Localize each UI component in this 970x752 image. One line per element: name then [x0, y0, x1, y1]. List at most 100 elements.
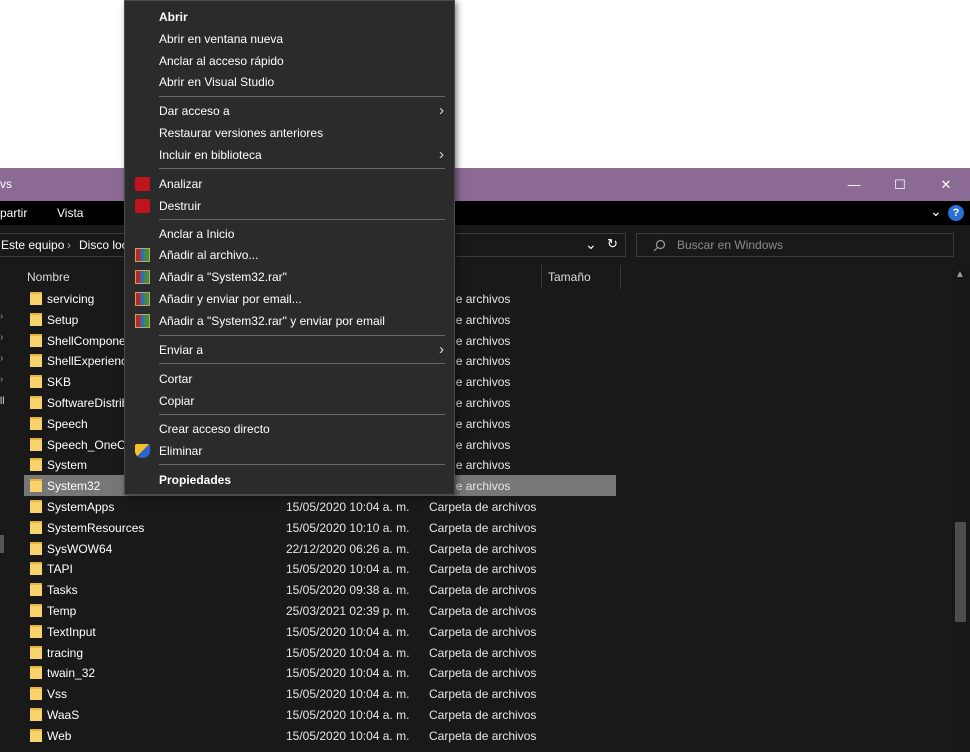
row-name: servicing — [47, 292, 95, 306]
menu-item-cut[interactable]: Cortar — [125, 368, 454, 390]
menu-item-open[interactable]: Abrir — [125, 6, 454, 28]
row-type: Carpeta de archivos — [429, 500, 537, 514]
menu-item-send-to[interactable]: Enviar a › — [125, 339, 454, 361]
row-name: Temp — [47, 604, 77, 618]
menu-item-delete[interactable]: Eliminar — [125, 440, 454, 462]
row-date: 22/12/2020 06:26 a. m. — [286, 541, 410, 556]
column-header-name[interactable]: Nombre — [27, 270, 70, 284]
folder-icon — [30, 666, 42, 680]
table-row[interactable]: SystemApps 15/05/2020 10:04 a. m. Carpeta … — [24, 496, 616, 517]
address-dropdown-icon[interactable]: ⌄ — [585, 236, 597, 253]
menu-item-restore-versions[interactable]: Restaurar versiones anteriores — [125, 122, 454, 144]
folder-icon — [30, 312, 42, 326]
table-row[interactable]: twain_32 15/05/2020 10:04 a. m. Carpeta de… — [24, 662, 616, 683]
row-date: 15/05/2020 10:04 a. m. — [286, 687, 410, 702]
row-date: 15/05/2020 10:04 a. m. — [286, 645, 410, 660]
menu-item-label: Propiedades — [159, 473, 232, 487]
menu-item-give-access[interactable]: Dar acceso a › — [125, 100, 454, 122]
menu-item-label: Añadir al archivo... — [159, 248, 259, 262]
folder-icon — [30, 562, 42, 576]
row-type: Carpeta de archivos — [429, 583, 537, 598]
maximize-button[interactable]: ☐ — [878, 168, 922, 201]
scroll-up-icon[interactable]: ▲ — [955, 269, 965, 280]
row-type: Carpeta de archivos — [429, 604, 537, 618]
column-divider[interactable] — [541, 265, 542, 289]
menu-item-create-shortcut[interactable]: Crear acceso directo — [125, 418, 454, 440]
row-name: SystemResources — [47, 520, 145, 535]
table-row[interactable]: SysWOW64 22/12/2020 06:26 a. m. Carpeta de… — [24, 538, 616, 559]
table-row[interactable]: Temp 25/03/2021 02:39 p. m. Carpeta de arc… — [24, 600, 616, 621]
menu-item-pin-quick-access[interactable]: Anclar al acceso rápido — [125, 50, 454, 72]
table-row[interactable]: TAPI 15/05/2020 10:04 a. m. Carpeta de arc… — [24, 558, 616, 579]
row-name: Speech — [47, 416, 88, 431]
menu-separator — [159, 464, 445, 465]
tab-share[interactable]: partir — [0, 206, 27, 220]
breadcrumb-separator-icon: › — [67, 238, 71, 252]
menu-item-label: Abrir en ventana nueva — [159, 32, 284, 46]
menu-item-pin-start[interactable]: Anclar a Inicio — [125, 223, 454, 245]
column-divider[interactable] — [620, 265, 621, 289]
menu-item-shred[interactable]: Destruir — [125, 195, 454, 217]
row-name: ShellExperienc — [47, 354, 128, 369]
row-date: 15/05/2020 10:10 a. m. — [286, 520, 410, 535]
row-date: 15/05/2020 09:38 a. m. — [286, 583, 410, 598]
menu-separator — [159, 168, 445, 169]
row-date: 15/05/2020 10:04 a. m. — [286, 728, 410, 743]
row-date: 15/05/2020 10:04 a. m. — [286, 666, 410, 681]
menu-item-add-email[interactable]: Añadir y enviar por email... — [125, 288, 454, 310]
menu-item-include-library[interactable]: Incluir en biblioteca › — [125, 144, 454, 166]
row-name: Tasks — [47, 583, 78, 598]
row-name: ShellCompone — [47, 333, 126, 348]
folder-icon — [30, 583, 42, 597]
minimize-button[interactable]: — — [832, 168, 876, 201]
breadcrumb-local-disk[interactable]: Disco loc — [79, 238, 128, 252]
winrar-icon — [135, 248, 150, 262]
menu-item-properties[interactable]: Propiedades — [125, 469, 454, 491]
vertical-scrollbar[interactable]: ▲ — [952, 265, 969, 752]
row-date: 15/05/2020 10:04 a. m. — [286, 624, 410, 639]
menu-item-open-visual-studio[interactable]: Abrir en Visual Studio — [125, 71, 454, 93]
menu-item-copy[interactable]: Copiar — [125, 390, 454, 412]
scrollbar-thumb[interactable] — [955, 522, 966, 622]
folder-icon — [30, 416, 42, 430]
tab-view[interactable]: Vista — [57, 206, 83, 220]
ribbon-expand-icon[interactable]: ⌄ — [930, 203, 942, 220]
menu-item-scan[interactable]: Analizar — [125, 173, 454, 195]
menu-separator — [159, 96, 445, 97]
folder-icon — [30, 500, 42, 513]
row-name: SystemApps — [47, 500, 115, 514]
menu-item-add-rar[interactable]: Añadir a "System32.rar" — [125, 266, 454, 288]
row-name: System32 — [47, 479, 101, 494]
close-button[interactable]: ✕ — [924, 168, 968, 201]
folder-icon — [30, 708, 42, 721]
folder-icon — [30, 292, 42, 305]
help-icon[interactable]: ? — [948, 205, 964, 221]
table-row[interactable]: Web 15/05/2020 10:04 a. m. Carpeta de arch… — [24, 725, 616, 746]
menu-item-add-archive[interactable]: Añadir al archivo... — [125, 244, 454, 266]
menu-item-label: Enviar a — [159, 343, 204, 357]
column-header-size[interactable]: Tamaño — [548, 270, 591, 284]
menu-item-label: Añadir a "System32.rar" — [159, 270, 287, 284]
table-row[interactable]: SystemResources 15/05/2020 10:10 a. m. Car… — [24, 517, 616, 538]
screen: vs — ☐ ✕ partir Vista ⌄ ? Este equipo › … — [0, 0, 970, 752]
menu-item-label: Abrir en Visual Studio — [159, 75, 275, 89]
winrar-icon — [135, 292, 150, 306]
mcafee-icon — [135, 177, 150, 191]
breadcrumb-this-pc[interactable]: Este equipo — [1, 238, 64, 252]
menu-separator — [159, 335, 445, 336]
table-row[interactable]: WaaS 15/05/2020 10:04 a. m. Carpeta de arc… — [24, 704, 616, 725]
submenu-arrow-icon: › — [439, 341, 444, 358]
menu-item-open-new-window[interactable]: Abrir en ventana nueva — [125, 28, 454, 50]
submenu-arrow-icon: › — [439, 146, 444, 163]
table-row[interactable]: TextInput 15/05/2020 10:04 a. m. Carpeta d… — [24, 621, 616, 642]
row-type: Carpeta de archivos — [429, 666, 537, 681]
table-row[interactable]: Vss 15/05/2020 10:04 a. m. Carpeta de arch… — [24, 683, 616, 704]
menu-separator — [159, 363, 445, 364]
submenu-arrow-icon: › — [439, 102, 444, 119]
menu-item-add-rar-email[interactable]: Añadir a "System32.rar" y enviar por ema… — [125, 310, 454, 332]
table-row[interactable]: Tasks 15/05/2020 09:38 a. m. Carpeta de ar… — [24, 579, 616, 600]
uac-shield-icon — [135, 444, 150, 458]
refresh-icon[interactable]: ↻ — [607, 236, 618, 252]
search-input[interactable]: Buscar en Windows — [636, 233, 954, 257]
table-row[interactable]: tracing 15/05/2020 10:04 a. m. Carpeta de … — [24, 642, 616, 663]
